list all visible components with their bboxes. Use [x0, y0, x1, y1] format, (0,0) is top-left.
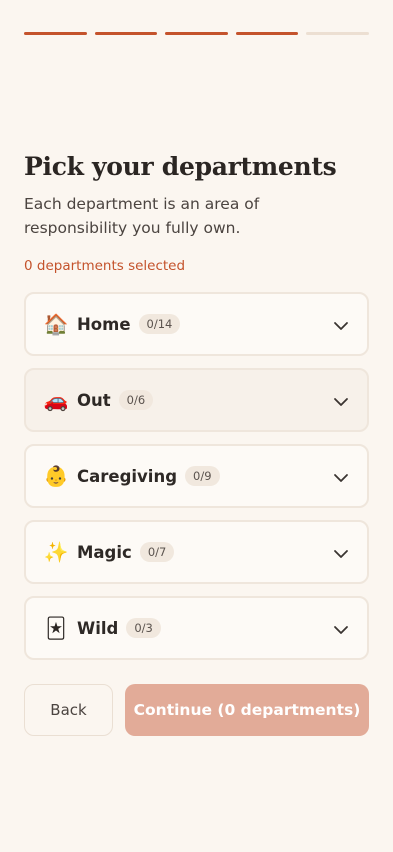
progress-step-1 [24, 32, 87, 35]
back-button[interactable]: Back [24, 684, 113, 736]
department-wild[interactable]: 🃏 Wild 0/3 [24, 596, 369, 660]
chevron-down-icon [334, 550, 348, 558]
car-icon: 🚗 [43, 388, 69, 412]
baby-icon: 👶 [43, 464, 69, 488]
continue-button[interactable]: Continue (0 departments) [125, 684, 369, 736]
house-icon: 🏠 [43, 312, 69, 336]
sparkles-icon: ✨ [43, 540, 69, 564]
chevron-down-icon [334, 626, 348, 634]
page-subtitle: Each department is an area of responsibi… [24, 195, 260, 237]
department-count-badge: 0/3 [126, 618, 161, 638]
department-name: Caregiving [77, 466, 178, 486]
department-out[interactable]: 🚗 Out 0/6 [24, 368, 369, 432]
department-magic[interactable]: ✨ Magic 0/7 [24, 520, 369, 584]
department-count-badge: 0/6 [118, 390, 154, 410]
progress-step-3 [165, 32, 228, 35]
department-list: 🏠 Home 0/14 🚗 Out 0/6 👶 Caregiving 0/9 ✨… [24, 292, 369, 672]
department-name: Home [77, 314, 131, 334]
department-caregiving[interactable]: 👶 Caregiving 0/9 [24, 444, 369, 508]
department-name: Out [77, 390, 111, 410]
chevron-down-icon [334, 474, 348, 482]
chevron-down-icon [334, 398, 348, 406]
department-name: Wild [77, 618, 119, 638]
progress-bar [24, 32, 369, 36]
progress-step-4 [235, 32, 299, 35]
department-count-badge: 0/9 [185, 466, 220, 486]
progress-step-5 [306, 32, 369, 35]
progress-step-2 [94, 32, 158, 35]
department-home[interactable]: 🏠 Home 0/14 [24, 292, 369, 356]
department-count-badge: 0/7 [139, 542, 175, 562]
department-name: Magic [77, 542, 132, 562]
department-count-badge: 0/14 [138, 314, 181, 334]
page-title: Pick your departments [24, 152, 337, 181]
chevron-down-icon [334, 322, 348, 330]
selection-count: 0 departments selected [24, 258, 186, 274]
joker-card-icon: 🃏 [45, 616, 67, 640]
